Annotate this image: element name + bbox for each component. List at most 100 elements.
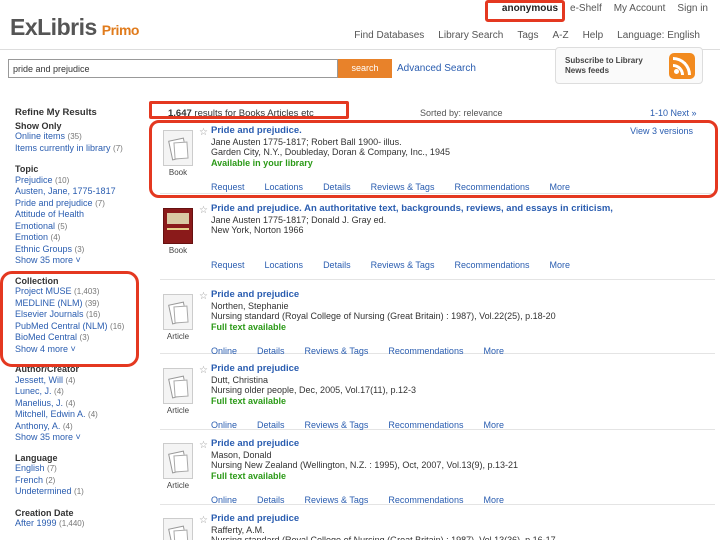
facet-item[interactable]: Emotional (5) — [15, 221, 145, 233]
facet-item[interactable]: MEDLINE (NLM) (39) — [15, 298, 145, 310]
facet-label: Manelius, J. — [15, 397, 64, 408]
record-tab[interactable]: Reviews & Tags — [305, 495, 369, 505]
sort-by-dropdown[interactable]: Sorted by: relevance — [420, 108, 503, 118]
top-link[interactable]: anonymous — [502, 3, 558, 14]
availability-status[interactable]: Available in your library — [211, 158, 641, 169]
facet-item[interactable]: Emotion (4) — [15, 232, 145, 244]
record-tab[interactable]: More — [550, 260, 571, 270]
record-tab[interactable]: Request — [211, 260, 245, 270]
facet-item[interactable]: Project MUSE (1,403) — [15, 286, 145, 298]
availability-status[interactable]: Full text available — [211, 322, 641, 333]
facet-item[interactable]: Pride and prejudice (7) — [15, 198, 145, 210]
nav-link[interactable]: Help — [583, 30, 604, 41]
facet-item[interactable]: BioMed Central (3) — [15, 332, 145, 344]
exlibris-logo[interactable]: ExLibris Primo — [10, 14, 139, 41]
facet-item[interactable]: Lunec, J. (4) — [15, 386, 145, 398]
top-link[interactable]: My Account — [614, 3, 666, 14]
main-nav: Find Databases Library Search Tags A-Z Help L… — [354, 30, 700, 41]
record-tab[interactable]: Recommendations — [454, 182, 529, 192]
record-tab[interactable]: More — [483, 346, 504, 356]
record-tab[interactable]: Locations — [265, 260, 304, 270]
facet-item[interactable]: Jessett, Will (4) — [15, 375, 145, 387]
facet-item[interactable]: Mitchell, Edwin A. (4) — [15, 409, 145, 421]
record-title[interactable]: Pride and prejudice — [211, 513, 641, 525]
facet-item[interactable]: Items currently in library (7) — [15, 143, 145, 155]
record-tab[interactable]: Details — [323, 260, 351, 270]
record-tab[interactable]: Locations — [265, 182, 304, 192]
record-tab[interactable]: Recommendations — [388, 420, 463, 430]
star-icon[interactable]: ☆ — [199, 365, 208, 376]
availability-status[interactable]: Full text available — [211, 471, 641, 482]
record-tab[interactable]: Reviews & Tags — [371, 182, 435, 192]
record-tab[interactable]: Reviews & Tags — [371, 260, 435, 270]
facet-item[interactable]: French (2) — [15, 475, 145, 487]
facet-count: (1,440) — [59, 519, 85, 528]
nav-link[interactable]: Library Search — [438, 30, 503, 41]
record-tab[interactable]: More — [483, 495, 504, 505]
nav-link[interactable]: Find Databases — [354, 30, 424, 41]
record-tab[interactable]: Details — [257, 495, 285, 505]
facet-item[interactable]: Prejudice (10) — [15, 175, 145, 187]
record-thumbnail[interactable]: Article — [163, 294, 193, 341]
pager-next[interactable]: 1-10 Next » — [650, 108, 697, 118]
document-icon — [163, 294, 193, 330]
record-tab[interactable]: Reviews & Tags — [305, 346, 369, 356]
nav-link[interactable]: Language: English — [617, 30, 700, 41]
facet-show-more[interactable]: Show 35 more ˅ — [15, 432, 145, 443]
star-icon[interactable]: ☆ — [199, 291, 208, 302]
search-input[interactable] — [8, 59, 338, 78]
facet-item[interactable]: Manelius, J. (4) — [15, 398, 145, 410]
record-tab[interactable]: More — [483, 420, 504, 430]
record-tab[interactable]: Details — [323, 182, 351, 192]
record-tab[interactable]: More — [550, 182, 571, 192]
rss-icon[interactable] — [669, 53, 695, 79]
record-title[interactable]: Pride and prejudice. An authoritative te… — [211, 203, 641, 215]
facet-item[interactable]: Ethnic Groups (3) — [15, 244, 145, 256]
record-title[interactable]: Pride and prejudice — [211, 438, 641, 450]
facet-item[interactable]: PubMed Central (NLM) (16) — [15, 321, 145, 333]
record-title[interactable]: Pride and prejudice — [211, 363, 641, 375]
record-tab[interactable]: Request — [211, 182, 245, 192]
star-icon[interactable]: ☆ — [199, 440, 208, 451]
star-icon[interactable]: ☆ — [199, 515, 208, 526]
availability-status[interactable]: Full text available — [211, 396, 641, 407]
record-thumbnail[interactable]: Book — [163, 130, 193, 177]
top-link[interactable]: e-Shelf — [570, 3, 602, 14]
star-icon[interactable]: ☆ — [199, 127, 208, 138]
record-tab[interactable]: Reviews & Tags — [305, 420, 369, 430]
facet-item[interactable]: Online items (35) — [15, 131, 145, 143]
nav-link[interactable]: A-Z — [552, 30, 568, 41]
nav-link[interactable]: Tags — [517, 30, 538, 41]
record-type-label: Book — [168, 168, 188, 177]
facet-item[interactable]: English (7) — [15, 463, 145, 475]
search-button[interactable]: search — [338, 59, 392, 78]
facet-item[interactable]: Attitude of Health — [15, 209, 145, 221]
subscribe-news-box[interactable]: Subscribe to Library News feeds — [555, 47, 703, 84]
record-tab[interactable]: Recommendations — [388, 495, 463, 505]
record-thumbnail[interactable]: Article — [163, 518, 193, 540]
record-tab[interactable]: Recommendations — [388, 346, 463, 356]
facet-item[interactable]: Undetermined (1) — [15, 486, 145, 498]
record-type-label: Article — [166, 481, 190, 490]
facet-item[interactable]: Austen, Jane, 1775-1817 — [15, 186, 145, 198]
facet-show-more[interactable]: Show 35 more ˅ — [15, 255, 145, 266]
record-tab[interactable]: Online — [211, 346, 237, 356]
advanced-search-link[interactable]: Advanced Search — [397, 63, 476, 74]
record-tab[interactable]: Details — [257, 346, 285, 356]
record-thumbnail[interactable]: Article — [163, 443, 193, 490]
facet-item[interactable]: After 1999 (1,440) — [15, 518, 145, 530]
facet-show-more[interactable]: Show 4 more ˅ — [15, 344, 145, 355]
record-title[interactable]: Pride and prejudice. — [211, 125, 641, 137]
record-thumbnail[interactable]: Article — [163, 368, 193, 415]
record-tab[interactable]: Online — [211, 495, 237, 505]
top-link[interactable]: Sign in — [677, 3, 708, 14]
record-tab[interactable]: Recommendations — [454, 260, 529, 270]
record-tab[interactable]: Details — [257, 420, 285, 430]
record-title[interactable]: Pride and prejudice — [211, 289, 641, 301]
record-tab[interactable]: Online — [211, 420, 237, 430]
view-versions-link[interactable]: View 3 versions — [630, 126, 693, 136]
facet-item[interactable]: Elsevier Journals (16) — [15, 309, 145, 321]
record-thumbnail[interactable]: Book — [163, 208, 193, 255]
star-icon[interactable]: ☆ — [199, 205, 208, 216]
facet-item[interactable]: Anthony, A. (4) — [15, 421, 145, 433]
